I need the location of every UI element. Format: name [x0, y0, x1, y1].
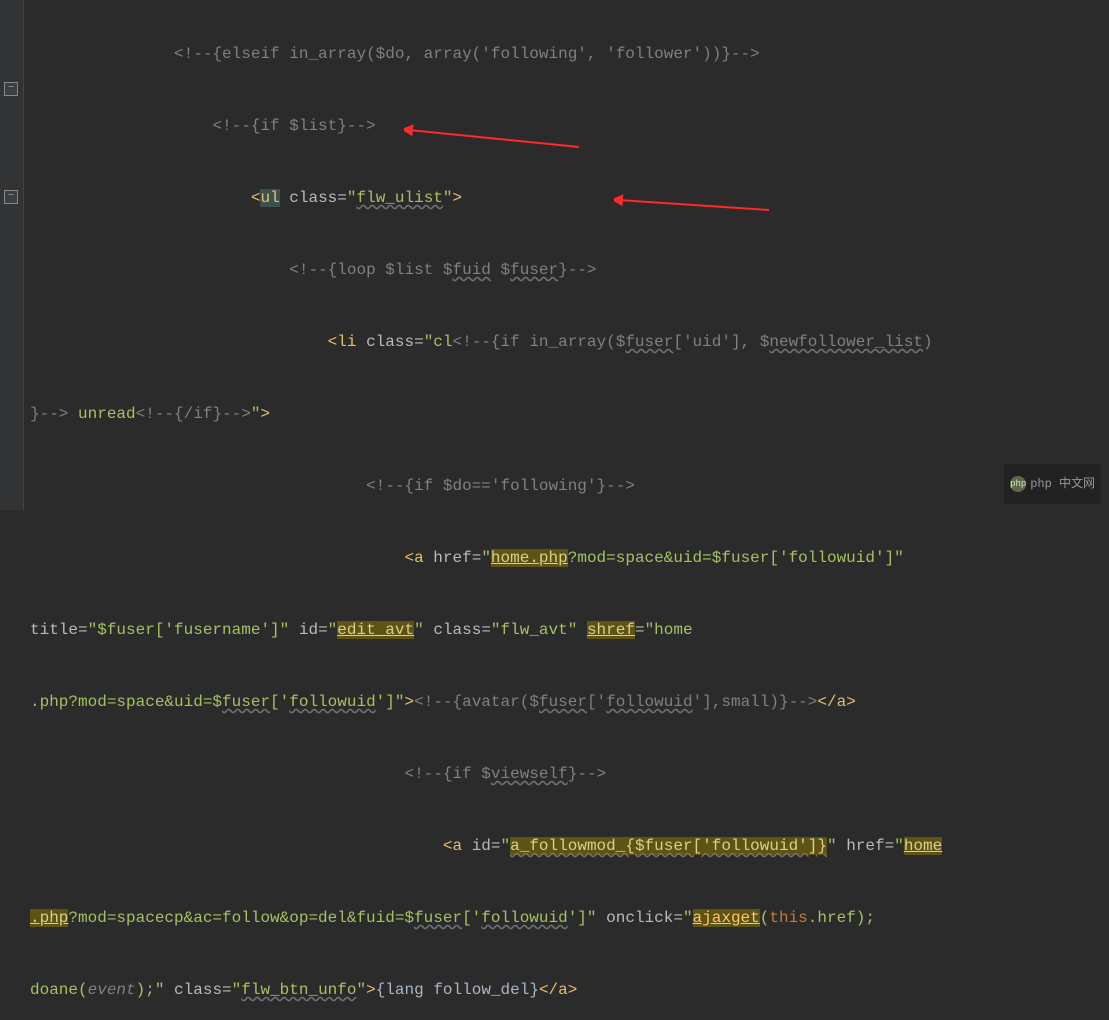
tag: > — [453, 189, 463, 207]
code-line[interactable]: .php?mod=spacecp&ac=follow&op=del&fuid=$… — [30, 900, 1109, 936]
comment: <!--{if $viewself}--> — [404, 765, 606, 783]
code-area[interactable]: <!--{elseif in_array($do, array('followi… — [24, 0, 1109, 510]
fold-icon[interactable]: − — [4, 82, 18, 96]
attr-value: ( — [760, 909, 770, 927]
func: ajaxget — [693, 909, 760, 927]
attr-name: onclick= — [606, 909, 683, 927]
code-editor: − − <!--{elseif in_array($do, array('fol… — [0, 0, 1109, 510]
code-line[interactable]: .php?mod=space&uid=$fuser['followuid']">… — [30, 684, 1109, 720]
attr-name: href= — [433, 549, 481, 567]
tag: <a — [404, 549, 423, 567]
attr-value: "home.php?mod=space&uid=$fuser['followui… — [481, 549, 903, 567]
tag: > — [260, 405, 270, 423]
comment: <!--{avatar($fuser['followuid'],small)}-… — [414, 693, 817, 711]
watermark-text: php 中文网 — [1030, 466, 1095, 502]
attr-name: href= — [846, 837, 894, 855]
attr-value: .php?mod=space&uid=$fuser['followuid']" — [30, 693, 404, 711]
comment: <!--{if in_array($fuser['uid'], $newfoll… — [453, 333, 933, 351]
code-line[interactable]: <li class="cl<!--{if in_array($fuser['ui… — [30, 324, 1109, 360]
attr-value: "flw_avt" — [491, 621, 577, 639]
code-line[interactable]: <!--{if $viewself}--> — [30, 756, 1109, 792]
tag: <ul — [251, 189, 280, 207]
attr-value: "home — [645, 621, 693, 639]
attr-name: class= — [289, 189, 347, 207]
comment: <!--{elseif in_array($do, array('followi… — [174, 45, 760, 63]
attr-value: "edit_avt" — [328, 621, 424, 639]
attr-value: doane( — [30, 981, 88, 999]
code-line[interactable]: <ul class="flw_ulist"> — [30, 180, 1109, 216]
fold-icon[interactable]: − — [4, 190, 18, 204]
code-line[interactable]: <!--{if $list}--> — [30, 108, 1109, 144]
tag: > — [366, 981, 376, 999]
attr-name: id= — [472, 837, 501, 855]
attr-name: class= — [366, 333, 424, 351]
code-line[interactable]: doane(event);" class="flw_btn_unfo">{lan… — [30, 972, 1109, 1008]
attr-name: class= — [174, 981, 232, 999]
text: {lang follow_del} — [376, 981, 539, 999]
attr-value: "cl — [424, 333, 453, 351]
attr-name: = — [635, 621, 645, 639]
param: event — [88, 981, 136, 999]
code-line[interactable]: <!--{elseif in_array($do, array('followi… — [30, 36, 1109, 72]
tag: > — [404, 693, 414, 711]
attr-value: "flw_btn_unfo" — [232, 981, 366, 999]
code-line[interactable]: <a id="a_followmod_{$fuser['followuid']}… — [30, 828, 1109, 864]
attr-value: " — [683, 909, 693, 927]
attr-value: " — [251, 405, 261, 423]
comment: <!--{/if}--> — [136, 405, 251, 423]
gutter: − − — [0, 0, 24, 510]
attr-value: .php?mod=spacecp&ac=follow&op=del&fuid=$… — [30, 909, 597, 927]
comment: <!--{loop $list $fuid $fuser}--> — [289, 261, 596, 279]
comment: }--> — [30, 405, 78, 423]
attr-name: id= — [299, 621, 328, 639]
comment: <!--{if $list}--> — [212, 117, 375, 135]
code-line[interactable]: title="$fuser['fusername']" id="edit_avt… — [30, 612, 1109, 648]
keyword: this — [769, 909, 807, 927]
attr-name: shref — [587, 621, 635, 639]
tag: </a> — [817, 693, 855, 711]
comment: <!--{if $do=='following'}--> — [366, 477, 635, 495]
logo-icon: php — [1010, 476, 1026, 492]
attr-value: );" — [136, 981, 165, 999]
code-line[interactable]: <!--{if $do=='following'}--> — [30, 468, 1109, 504]
code-line[interactable]: <a href="home.php?mod=space&uid=$fuser['… — [30, 540, 1109, 576]
attr-value: "a_followmod_{$fuser['followuid']}" — [501, 837, 837, 855]
code-line[interactable]: }--> unread<!--{/if}-->"> — [30, 396, 1109, 432]
tag: <li — [328, 333, 357, 351]
attr-value: "flw_ulist" — [347, 189, 453, 207]
attr-name: class= — [433, 621, 491, 639]
watermark: php php 中文网 — [1004, 464, 1101, 504]
tag: </a> — [539, 981, 577, 999]
attr-value: .href); — [808, 909, 875, 927]
tag: <a — [443, 837, 462, 855]
attr-value: "home — [894, 837, 942, 855]
attr-value: "$fuser['fusername']" — [88, 621, 290, 639]
attr-value: unread — [78, 405, 136, 423]
attr-name: title= — [30, 621, 88, 639]
code-line[interactable]: <!--{loop $list $fuid $fuser}--> — [30, 252, 1109, 288]
